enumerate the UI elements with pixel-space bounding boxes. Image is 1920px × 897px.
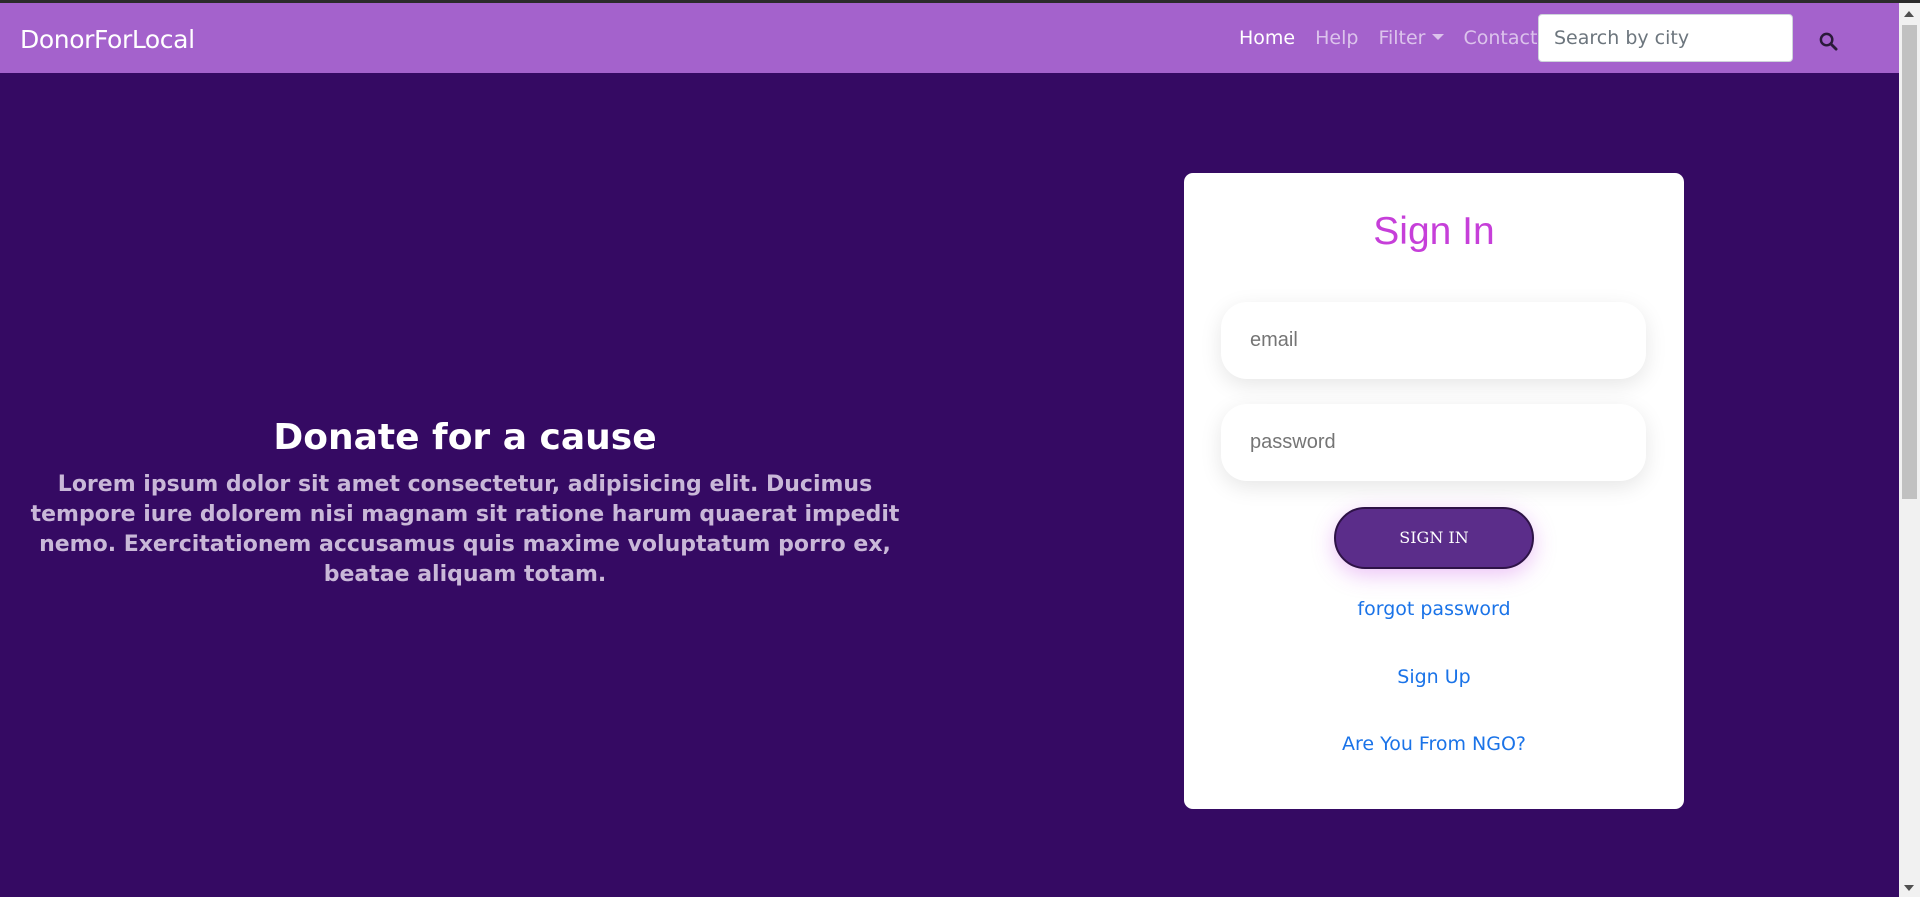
signin-card: Sign In SIGN IN forgot password Sign Up … xyxy=(1184,173,1684,809)
hero-title: Donate for a cause xyxy=(273,417,657,458)
brand-logo[interactable]: DonorForLocal xyxy=(20,25,195,54)
nav-link-filter-label: Filter xyxy=(1378,27,1426,49)
search-input[interactable] xyxy=(1538,14,1793,62)
scroll-up-icon[interactable] xyxy=(1904,11,1914,17)
nav-link-home[interactable]: Home xyxy=(1239,27,1295,49)
search-icon xyxy=(1819,32,1838,51)
signin-title: Sign In xyxy=(1373,210,1495,253)
navbar: DonorForLocal Home Help Filter Contact xyxy=(0,3,1899,73)
hero-description: Lorem ipsum dolor sit amet consectetur, … xyxy=(30,472,900,587)
scroll-thumb[interactable] xyxy=(1902,25,1917,499)
nav-link-help[interactable]: Help xyxy=(1315,27,1358,49)
page-scrollbar[interactable] xyxy=(1899,3,1920,897)
nav-links: Home Help Filter Contact xyxy=(1239,27,1557,49)
signin-button[interactable]: SIGN IN xyxy=(1334,507,1534,569)
forgot-password-link[interactable]: forgot password xyxy=(1184,598,1684,620)
search-button[interactable] xyxy=(1806,23,1850,59)
signup-link[interactable]: Sign Up xyxy=(1184,666,1684,688)
password-field[interactable] xyxy=(1221,404,1646,481)
chevron-down-icon xyxy=(1431,34,1444,40)
email-field[interactable] xyxy=(1221,302,1646,379)
scroll-down-icon[interactable] xyxy=(1904,885,1914,891)
nav-link-filter[interactable]: Filter xyxy=(1378,27,1444,49)
nav-link-contact[interactable]: Contact xyxy=(1464,27,1538,49)
hero-section: Donate for a cause Lorem ipsum dolor sit… xyxy=(0,410,930,590)
ngo-link[interactable]: Are You From NGO? xyxy=(1184,733,1684,755)
